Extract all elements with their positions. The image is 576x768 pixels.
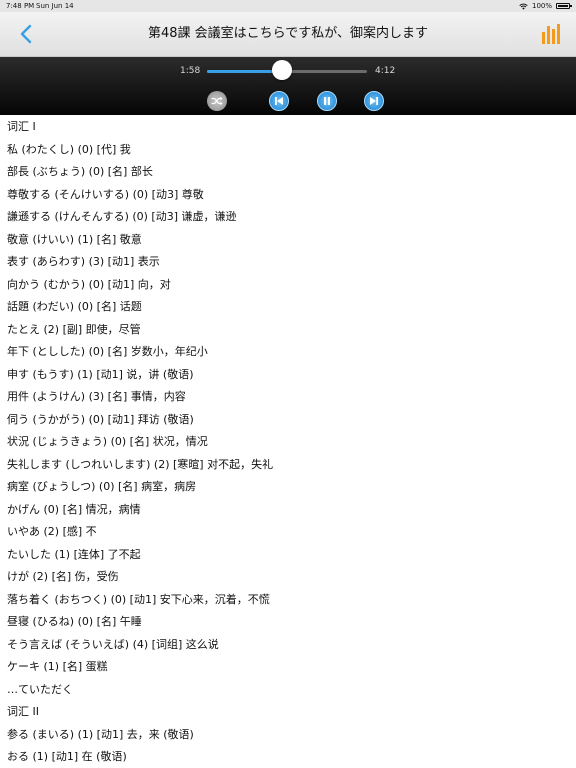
battery-percent: 100% bbox=[531, 2, 552, 10]
back-button[interactable] bbox=[14, 22, 38, 46]
page-title: 第48課 会議室はこちらです私が、御案内します bbox=[147, 26, 429, 41]
vocabulary-content[interactable]: 词汇 I 私 (わたくし) (0) [代] 我部長 (ぶちょう) (0) [名] … bbox=[0, 116, 576, 768]
pause-icon bbox=[324, 97, 330, 105]
vocabulary-line: たいした (1) [连体] 了不起 bbox=[7, 547, 141, 561]
bar-chart-icon-bar bbox=[542, 32, 545, 44]
vocabulary-line: 词汇 II bbox=[7, 705, 39, 718]
vocabulary-line: 病室 (びょうしつ) (0) [名] 病室，病房 bbox=[7, 480, 197, 493]
vocabulary-line: 状況 (じょうきょう) (0) [名] 状况，情况 bbox=[7, 435, 208, 448]
vocabulary-line: 話題 (わだい) (0) [名] 话题 bbox=[7, 300, 142, 313]
battery-icon bbox=[556, 3, 572, 9]
vocabulary-line: 昼寝 (ひるね) (0) [名] 午睡 bbox=[7, 615, 142, 628]
pause-button[interactable] bbox=[317, 91, 337, 111]
shuffle-icon bbox=[211, 96, 223, 106]
progress-thumb[interactable] bbox=[271, 60, 292, 80]
vocabulary-line: 部長 (ぶちょう) (0) [名] 部长 bbox=[7, 165, 153, 178]
vocabulary-line: 失礼します (しつれいします) (2) [寒暄] 对不起，失礼 bbox=[7, 457, 274, 471]
vocabulary-line: かげん (0) [名] 情况，病情 bbox=[7, 502, 141, 516]
total-time: 4:12 bbox=[375, 66, 396, 76]
vocabulary-line: 伺う (うかがう) (0) [动1] 拜访 (敬语) bbox=[7, 412, 194, 426]
status-date: Sun Jun 14 bbox=[36, 2, 74, 10]
shuffle-button[interactable] bbox=[207, 91, 227, 111]
vocabulary-line: 用件 (ようけん) (3) [名] 事情，内容 bbox=[7, 390, 186, 403]
navigation-bar: 第48課 会議室はこちらです私が、御案内します bbox=[0, 12, 576, 57]
vocabulary-line: そう言えば (そういえば) (4) [词组] 这么说 bbox=[7, 637, 219, 651]
vocabulary-line: 表す (あらわす) (3) [动1] 表示 bbox=[7, 255, 160, 268]
chevron-left-icon bbox=[20, 24, 32, 44]
vocabulary-line: けが (2) [名] 伤，受伤 bbox=[7, 570, 119, 583]
vocabulary-line: …ていただく bbox=[7, 682, 73, 696]
previous-button[interactable] bbox=[269, 91, 289, 111]
vocabulary-line: いやあ (2) [感] 不 bbox=[7, 525, 97, 538]
next-button[interactable] bbox=[364, 91, 384, 111]
vocabulary-line: おる (1) [动1] 在 (敬语) bbox=[7, 750, 127, 763]
status-right: 100% bbox=[519, 0, 572, 12]
vocabulary-line: 词汇 I bbox=[7, 120, 36, 133]
status-bar: 7:48 PM Sun Jun 14 100% bbox=[0, 0, 576, 12]
vocabulary-line: 謙遜する (けんそんする) (0) [动3] 谦虚，谦逊 bbox=[7, 210, 237, 223]
vocabulary-line: 年下 (としした) (0) [名] 岁数小，年纪小 bbox=[7, 345, 208, 358]
vocabulary-line: 敬意 (けいい) (1) [名] 敬意 bbox=[7, 232, 142, 246]
progress-fill bbox=[207, 70, 282, 73]
wifi-icon bbox=[519, 3, 528, 10]
status-time: 7:48 PM bbox=[6, 2, 35, 10]
next-track-icon bbox=[370, 97, 378, 105]
audio-player: 1:58 4:12 bbox=[0, 57, 576, 115]
vocabulary-line: 参る (まいる) (1) [动1] 去，来 (敬语) bbox=[7, 727, 194, 741]
bar-chart-icon-bar bbox=[552, 29, 555, 44]
vocabulary-line: 向かう (むかう) (0) [动1] 向，对 bbox=[7, 277, 171, 291]
previous-track-icon bbox=[275, 97, 283, 105]
bar-chart-icon-bar bbox=[557, 24, 560, 44]
vocabulary-line: 尊敬する (そんけいする) (0) [动3] 尊敬 bbox=[7, 187, 204, 201]
vocabulary-line: 落ち着く (おちつく) (0) [动1] 安下心来，沉着，不慌 bbox=[7, 592, 270, 606]
bar-chart-icon-bar bbox=[547, 26, 550, 44]
vocabulary-line: ケーキ (1) [名] 蛋糕 bbox=[7, 660, 108, 673]
vocabulary-line: 申す (もうす) (1) [动1] 说，讲 (敬语) bbox=[7, 367, 194, 381]
current-time: 1:58 bbox=[180, 66, 201, 76]
vocabulary-line: たとえ (2) [副] 即使，尽管 bbox=[7, 322, 141, 336]
statistics-button[interactable] bbox=[542, 22, 562, 44]
vocabulary-line: 私 (わたくし) (0) [代] 我 bbox=[7, 142, 131, 156]
vocabulary-list: 词汇 I 私 (わたくし) (0) [代] 我部長 (ぶちょう) (0) [名] … bbox=[0, 116, 576, 768]
